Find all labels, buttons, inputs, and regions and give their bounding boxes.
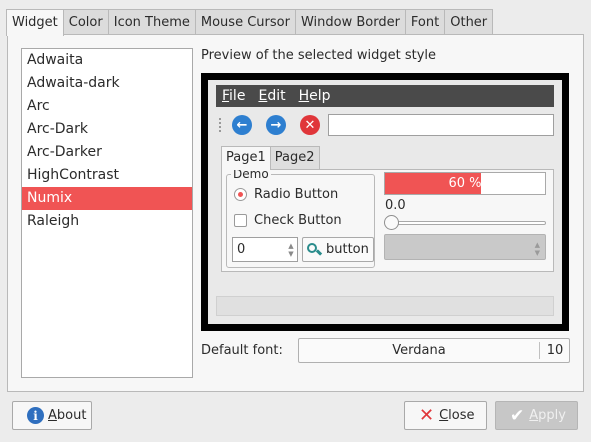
toolbar-grip-icon[interactable]	[219, 118, 224, 132]
about-label: About	[48, 408, 87, 423]
font-chooser-button[interactable]: Verdana 10	[298, 338, 570, 363]
tab-window-border[interactable]: Window Border	[294, 9, 406, 35]
radio-indicator[interactable]	[234, 188, 247, 201]
spin-value[interactable]: 0	[233, 238, 285, 261]
menu-file[interactable]: File	[222, 88, 245, 104]
theme-item-highcontrast[interactable]: HighContrast	[22, 164, 192, 187]
combo-arrows-icon: ▲ ▼	[534, 241, 540, 257]
preview-window: File Edit Help ← → ✕ Page1 Page2 Demo Ra…	[208, 80, 562, 324]
theme-item-adwaita[interactable]: Adwaita	[22, 49, 192, 72]
progress-text: 60 %	[448, 176, 482, 191]
checkmark-icon: ✔	[510, 405, 525, 426]
preview-notebook-page: Demo Radio Button Check Button 0 ▲ ▼ but…	[221, 167, 554, 272]
tab-color[interactable]: Color	[62, 9, 109, 35]
menu-help[interactable]: Help	[299, 88, 331, 104]
close-button[interactable]: ✕ Close	[404, 401, 487, 430]
tab-other[interactable]: Other	[444, 9, 494, 35]
combo-box-disabled: ▲ ▼	[384, 234, 546, 260]
checkbox-indicator[interactable]	[234, 214, 247, 227]
close-icon: ✕	[419, 404, 435, 426]
preview-frame: File Edit Help ← → ✕ Page1 Page2 Demo Ra…	[201, 73, 569, 331]
theme-item-arc[interactable]: Arc	[22, 95, 192, 118]
demo-group: Demo Radio Button Check Button 0 ▲ ▼ but…	[226, 167, 375, 268]
slider-handle[interactable]	[384, 215, 399, 230]
tab-mouse-cursor[interactable]: Mouse Cursor	[194, 9, 296, 35]
preview-menubar: File Edit Help	[216, 85, 554, 107]
about-button[interactable]: i About	[12, 401, 92, 430]
tab-page2[interactable]: Page2	[269, 146, 320, 169]
radio-label: Radio Button	[254, 187, 339, 202]
apply-label: Apply	[529, 408, 566, 423]
menu-edit[interactable]: Edit	[258, 88, 285, 104]
font-name: Verdana	[392, 343, 446, 358]
preview-toolbar: ← → ✕	[216, 110, 554, 140]
radio-dot	[238, 192, 243, 197]
theme-item-arc-darker[interactable]: Arc-Darker	[22, 141, 192, 164]
widget-panel: Adwaita Adwaita-dark Arc Arc-Dark Arc-Da…	[7, 34, 584, 392]
tab-widget[interactable]: Widget	[6, 9, 64, 36]
search-icon	[307, 242, 323, 257]
toolbar-entry[interactable]	[328, 114, 554, 136]
stop-icon[interactable]: ✕	[300, 115, 320, 135]
slider-track[interactable]	[392, 221, 546, 225]
preview-label: Preview of the selected widget style	[201, 48, 437, 63]
forward-icon[interactable]: →	[266, 115, 286, 135]
spin-arrows-icon[interactable]: ▲ ▼	[285, 238, 297, 261]
theme-item-raleigh[interactable]: Raleigh	[22, 210, 192, 233]
apply-button[interactable]: ✔ Apply	[495, 401, 578, 430]
preview-statusbar	[216, 296, 554, 316]
search-button-label: button	[326, 242, 369, 257]
info-icon: i	[27, 407, 44, 424]
slider-value: 0.0	[385, 198, 406, 213]
theme-item-numix[interactable]: Numix	[22, 187, 192, 210]
theme-item-adwaita-dark[interactable]: Adwaita-dark	[22, 72, 192, 95]
default-font-label: Default font:	[201, 343, 283, 358]
theme-list[interactable]: Adwaita Adwaita-dark Arc Arc-Dark Arc-Da…	[21, 48, 193, 378]
progress-bar: 60 %	[384, 172, 546, 195]
close-label: Close	[439, 408, 475, 423]
theme-item-arc-dark[interactable]: Arc-Dark	[22, 118, 192, 141]
radio-button[interactable]: Radio Button	[234, 187, 338, 202]
tab-font[interactable]: Font	[404, 9, 446, 35]
tab-page1[interactable]: Page1	[221, 146, 271, 170]
font-size: 10	[546, 343, 564, 358]
preview-notebook-tabs: Page1 Page2	[221, 146, 320, 170]
spin-button[interactable]: 0 ▲ ▼	[232, 237, 298, 262]
check-label: Check Button	[254, 213, 342, 228]
search-button[interactable]: button	[302, 237, 374, 262]
check-button[interactable]: Check Button	[234, 213, 342, 228]
back-icon[interactable]: ←	[232, 115, 252, 135]
tab-bar: Widget Color Icon Theme Mouse Cursor Win…	[6, 9, 494, 36]
tab-icon-theme[interactable]: Icon Theme	[107, 9, 196, 35]
